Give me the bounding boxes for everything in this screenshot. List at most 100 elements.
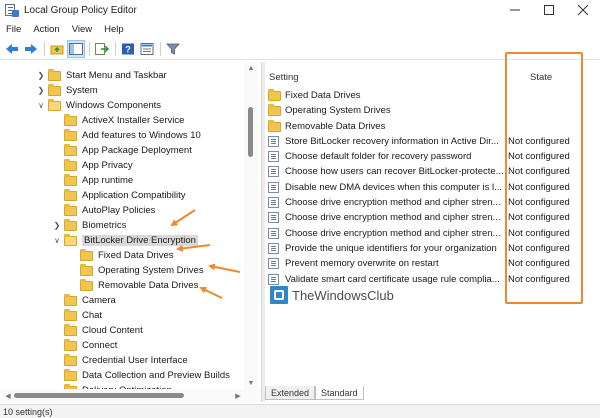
setting-name: Choose drive encryption method and ciphe…: [285, 228, 501, 240]
policy-editor-icon: [4, 4, 19, 17]
tree-item[interactable]: Chat: [52, 308, 102, 323]
policy-setting-icon: [268, 166, 279, 178]
chevron-down-icon[interactable]: ∨: [36, 101, 46, 110]
policy-setting-icon: [268, 151, 279, 163]
tab-extended[interactable]: Extended: [265, 386, 316, 400]
minimize-button[interactable]: [498, 0, 532, 20]
console-tree[interactable]: ❯ Start Menu and Taskbar ❯ System ∨ Wind…: [0, 62, 261, 402]
tree-item-label: Fixed Data Drives: [98, 250, 174, 262]
menu-file[interactable]: File: [0, 24, 27, 35]
forward-button[interactable]: [22, 40, 40, 58]
up-level-button[interactable]: [48, 40, 66, 58]
column-header-setting[interactable]: Setting: [269, 70, 299, 85]
folder-icon: [64, 353, 77, 366]
tree-item[interactable]: Credential User Interface: [52, 353, 188, 368]
back-button[interactable]: [3, 40, 21, 58]
folder-icon: [64, 308, 77, 321]
tree-item[interactable]: Cloud Content: [52, 323, 143, 338]
export-list-button[interactable]: [93, 40, 111, 58]
tree-item[interactable]: AutoPlay Policies: [52, 203, 155, 218]
tree-item-label: Removable Data Drives: [98, 280, 199, 292]
tree-item[interactable]: Connect: [52, 338, 117, 353]
policy-setting-icon: [268, 136, 279, 148]
tree-item[interactable]: ❯ Start Menu and Taskbar: [36, 68, 167, 83]
folder-icon: [80, 248, 93, 261]
tree-vertical-scrollbar[interactable]: ▲ ▼: [244, 62, 258, 389]
folder-icon: [268, 103, 281, 116]
toolbar-separator: [160, 41, 161, 56]
tree-item-label: Chat: [82, 310, 103, 322]
folder-icon: [64, 203, 77, 216]
menu-bar: File Action View Help: [0, 21, 130, 37]
policy-setting-icon: [268, 182, 279, 194]
tree-item[interactable]: App Package Deployment: [52, 143, 192, 158]
folder-open-icon: [48, 98, 61, 111]
properties-button[interactable]: [138, 40, 156, 58]
tree-item-label: Add features to Windows 10: [82, 130, 201, 142]
tree-item[interactable]: Application Compatibility: [52, 188, 186, 203]
folder-icon: [48, 83, 61, 96]
tree-item[interactable]: Fixed Data Drives: [68, 248, 174, 263]
state-column-highlight: [505, 52, 583, 304]
close-button[interactable]: [566, 0, 600, 20]
tree-item[interactable]: ❯ Biometrics: [52, 218, 126, 233]
tree-item[interactable]: App runtime: [52, 173, 133, 188]
chevron-right-icon[interactable]: ❯: [36, 71, 46, 80]
back-arrow-icon: [6, 43, 18, 54]
export-icon: [95, 42, 109, 55]
tab-standard[interactable]: Standard: [315, 386, 364, 400]
folder-icon: [80, 278, 93, 291]
folder-icon: [64, 338, 77, 351]
console-tree-icon: [69, 42, 83, 55]
tree-item[interactable]: App Privacy: [52, 158, 133, 173]
tree-item-label: ActiveX Installer Service: [82, 115, 185, 127]
tree-horizontal-scrollbar[interactable]: ◀ ▶: [0, 389, 261, 402]
policy-setting-icon: [268, 228, 279, 240]
svg-text:?: ?: [125, 44, 131, 54]
tree-item[interactable]: Removable Data Drives: [68, 278, 198, 293]
help-icon: ?: [122, 43, 134, 54]
chevron-right-icon[interactable]: ❯: [36, 86, 46, 95]
folder-icon: [64, 158, 77, 171]
filter-icon: [166, 43, 180, 55]
tree-item-label: System: [66, 85, 98, 97]
chevron-down-icon[interactable]: ∨: [52, 236, 62, 245]
tree-item[interactable]: Camera: [52, 293, 116, 308]
minimize-icon: [510, 9, 520, 11]
folder-icon: [64, 173, 77, 186]
folder-icon: [64, 113, 77, 126]
tree-item[interactable]: Operating System Drives: [68, 263, 204, 278]
tree-item[interactable]: ❯ System: [36, 83, 98, 98]
tree-item[interactable]: Data Collection and Preview Builds: [52, 368, 230, 383]
tree-item[interactable]: ∨ Windows Components: [36, 98, 161, 113]
scroll-down-icon[interactable]: ▼: [244, 377, 258, 389]
menu-help[interactable]: Help: [98, 24, 130, 35]
tree-item-label: Operating System Drives: [98, 265, 204, 277]
tree-item-label: Windows Components: [66, 100, 162, 112]
folder-icon: [64, 293, 77, 306]
scroll-thumb[interactable]: [248, 107, 253, 157]
tree-item[interactable]: ActiveX Installer Service: [52, 113, 184, 128]
tree-item-selected[interactable]: ∨ BitLocker Drive Encryption: [52, 233, 198, 248]
tree-item-label: Application Compatibility: [82, 190, 186, 202]
tree-item-label: AutoPlay Policies: [82, 205, 156, 217]
scroll-thumb[interactable]: [14, 393, 184, 398]
scroll-up-icon[interactable]: ▲: [244, 62, 258, 74]
maximize-button[interactable]: [532, 0, 566, 20]
filter-button[interactable]: [164, 40, 182, 58]
show-hide-tree-button[interactable]: [67, 39, 85, 58]
scroll-left-icon[interactable]: ◀: [2, 389, 14, 402]
tree-item-label: App Package Deployment: [82, 145, 192, 157]
menu-view[interactable]: View: [66, 24, 98, 35]
scroll-right-icon[interactable]: ▶: [232, 389, 244, 402]
tree-item-label: Data Collection and Preview Builds: [82, 370, 230, 382]
tree-item[interactable]: Add features to Windows 10: [52, 128, 201, 143]
setting-name: Operating System Drives: [285, 105, 391, 117]
windows-club-logo-icon: [270, 286, 288, 304]
policy-setting-icon: [268, 243, 279, 255]
menu-action[interactable]: Action: [27, 24, 65, 35]
setting-name: Removable Data Drives: [285, 121, 386, 133]
toolbar-separator: [89, 41, 90, 56]
chevron-right-icon[interactable]: ❯: [52, 221, 62, 230]
help-button[interactable]: ?: [119, 40, 137, 58]
